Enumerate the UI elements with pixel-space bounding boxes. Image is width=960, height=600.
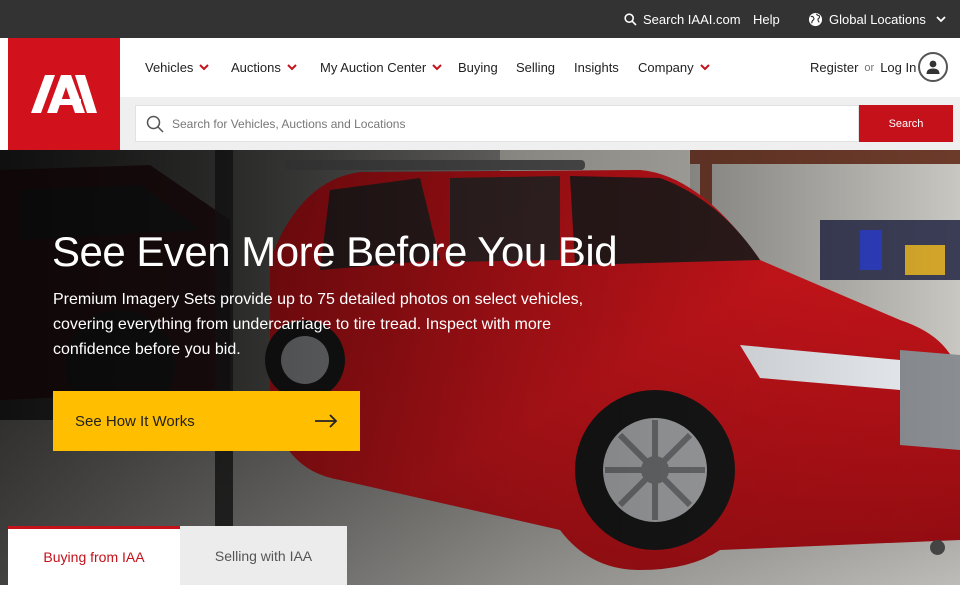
site-search-link[interactable]: Search IAAI.com <box>624 0 741 38</box>
auth-links: Register or Log In <box>810 38 916 97</box>
hero-background-image <box>0 150 960 585</box>
or-separator: or <box>864 61 875 74</box>
chevron-down-icon <box>432 64 442 71</box>
nav-item-label: Company <box>638 60 694 75</box>
nav-item-buying[interactable]: Buying <box>458 38 498 97</box>
search-box <box>135 105 859 142</box>
see-how-it-works-button[interactable]: See How It Works <box>53 391 360 451</box>
content-area-top <box>0 585 960 600</box>
utility-bar: Search IAAI.com Help Global Locations <box>0 0 960 38</box>
tab-buying-from-iaa[interactable]: Buying from IAA <box>8 526 180 585</box>
chevron-down-icon <box>199 64 210 71</box>
nav-item-label: Selling <box>516 60 556 75</box>
audience-tabs: Buying from IAA Selling with IAA <box>8 526 347 585</box>
globe-icon <box>808 12 823 26</box>
nav-item-auctions[interactable]: Auctions <box>231 38 297 97</box>
nav-item-label: Insights <box>574 60 619 75</box>
help-link[interactable]: Help <box>753 0 780 38</box>
login-link[interactable]: Log In <box>880 60 916 75</box>
nav-item-insights[interactable]: Insights <box>574 38 619 97</box>
chevron-down-icon <box>699 64 710 71</box>
nav-item-selling[interactable]: Selling <box>516 38 555 97</box>
nav-item-company[interactable]: Company <box>638 38 710 97</box>
account-avatar-button[interactable] <box>918 52 948 82</box>
help-label: Help <box>753 11 780 27</box>
main-nav: Vehicles Auctions My Auction Center Buyi… <box>120 38 960 97</box>
chevron-down-icon <box>287 64 297 71</box>
nav-item-vehicles[interactable]: Vehicles <box>145 38 210 97</box>
carousel-dot[interactable] <box>930 540 945 555</box>
nav-item-my-auction-center[interactable]: My Auction Center <box>320 38 442 97</box>
iaa-logo-mark <box>31 75 97 113</box>
nav-item-label: My Auction Center <box>320 60 427 75</box>
search-icon <box>146 115 164 133</box>
search-button[interactable]: Search <box>859 105 953 142</box>
nav-item-label: Vehicles <box>145 60 194 75</box>
nav-item-label: Auctions <box>231 60 281 75</box>
chevron-down-icon <box>936 15 946 22</box>
search-strip: Search <box>120 97 960 150</box>
tab-selling-with-iaa[interactable]: Selling with IAA <box>180 526 347 585</box>
global-locations-label: Global Locations <box>829 11 926 27</box>
iaa-logo[interactable] <box>8 38 120 150</box>
nav-item-label: Buying <box>458 60 498 75</box>
site-search-label: Search IAAI.com <box>643 11 741 27</box>
search-input[interactable] <box>172 116 812 131</box>
hero-description: Premium Imagery Sets provide up to 75 de… <box>53 291 584 358</box>
user-icon <box>926 60 940 74</box>
global-locations-dropdown[interactable]: Global Locations <box>808 0 946 38</box>
cta-label: See How It Works <box>75 412 195 430</box>
hero-title: See Even More Before You Bid <box>52 228 618 275</box>
search-icon <box>624 12 637 26</box>
register-link[interactable]: Register <box>810 60 858 75</box>
arrow-right-icon <box>315 414 338 428</box>
hero-banner: See Even More Before You Bid Premium Ima… <box>0 150 960 585</box>
